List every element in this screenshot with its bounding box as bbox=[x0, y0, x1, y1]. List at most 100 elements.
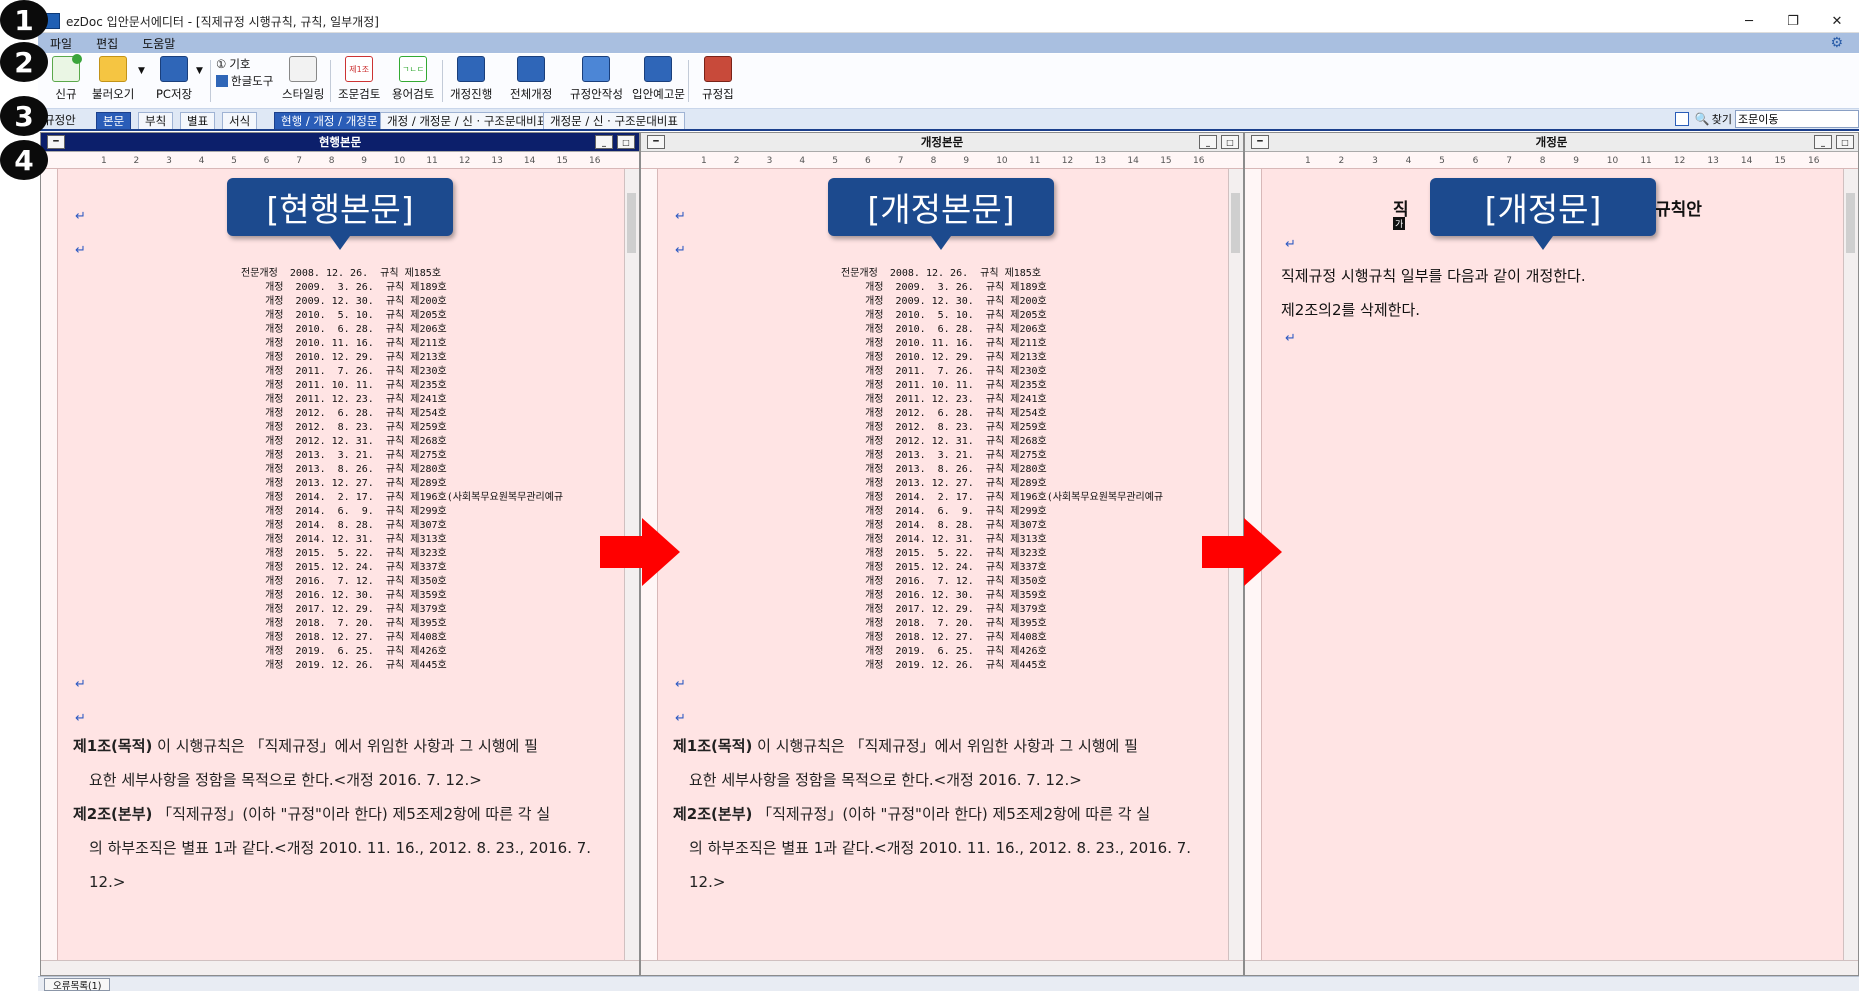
open-dropdown-arrow-icon[interactable]: ▼ bbox=[138, 66, 145, 76]
term-check-button[interactable]: ㄱㄴㄷ 용어검토 bbox=[392, 56, 434, 102]
article-2-title: 제2조(본부) bbox=[73, 805, 153, 823]
toolbar-separator bbox=[442, 60, 443, 102]
toolbar: 신규 불러오기 ▼ PC저장 ▼ ① 기호 한글도구 스타일링 제1조 조문검토… bbox=[38, 54, 1859, 109]
tab-view-amend-compare[interactable]: 개정문 / 신 · 구조문대비표 bbox=[543, 112, 685, 129]
history-entry: 개정 2013. 3. 21. 규칙 제275호 bbox=[841, 450, 1047, 461]
minimize-pane-icon[interactable]: _ bbox=[1814, 135, 1832, 149]
ruler-tick: 14 bbox=[1127, 156, 1139, 166]
history-entry: 개정 2015. 5. 22. 규칙 제323호 bbox=[241, 548, 447, 559]
restore-button[interactable]: ❐ bbox=[1771, 10, 1815, 32]
article-1: 제1조(목적) 이 시행규칙은 「직제규정」에서 위임한 사항과 그 시행에 필… bbox=[73, 729, 623, 899]
paragraph-mark-icon: ↵ bbox=[75, 209, 86, 224]
pane-revised-document[interactable]: ↵ ↵ 전문개정 2008. 12. 26. 규칙 제185호 개정 2009.… bbox=[659, 169, 1227, 961]
horizontal-scrollbar[interactable] bbox=[41, 960, 639, 975]
ruler-tick: 13 bbox=[1094, 156, 1107, 166]
history-entry: 전문개정 2008. 12. 26. 규칙 제185호 bbox=[241, 268, 442, 279]
article-2-text-3: 12.> bbox=[689, 873, 726, 891]
notice-button[interactable]: 입안예고문 bbox=[632, 56, 685, 102]
search-icon[interactable]: 🔍 bbox=[1695, 112, 1710, 126]
grid-icon[interactable] bbox=[1674, 112, 1689, 126]
article-check-label: 조문검토 bbox=[338, 87, 381, 101]
paragraph-mark-icon: ↵ bbox=[1285, 237, 1296, 252]
symbol-button[interactable]: ① 기호 bbox=[216, 56, 250, 72]
styling-label: 스타일링 bbox=[282, 87, 325, 101]
ruler-tick: 7 bbox=[897, 156, 904, 166]
ruler-tick: 6 bbox=[263, 156, 270, 166]
symbol-icon: ① bbox=[216, 57, 227, 71]
article-2-text-2: 의 하부조직은 별표 1과 같다.<개정 2010. 11. 16., 2012… bbox=[689, 839, 1192, 857]
history-entry: 개정 2010. 5. 10. 규칙 제205호 bbox=[841, 310, 1047, 321]
open-button[interactable]: 불러오기 bbox=[92, 56, 134, 102]
horizontal-scrollbar[interactable] bbox=[641, 960, 1243, 975]
term-check-label: 용어검토 bbox=[392, 87, 435, 101]
history-entry: 개정 2015. 12. 24. 규칙 제337호 bbox=[241, 562, 447, 573]
scrollbar-thumb[interactable] bbox=[1846, 193, 1855, 253]
pc-save-button[interactable]: PC저장 bbox=[156, 56, 192, 102]
history-entry: 개정 2017. 12. 29. 규칙 제379호 bbox=[241, 604, 447, 615]
history-entry: 개정 2009. 3. 26. 규칙 제189호 bbox=[241, 282, 447, 293]
menu-file[interactable]: 파일 bbox=[50, 35, 72, 52]
styling-button[interactable]: 스타일링 bbox=[282, 56, 324, 102]
article-move-input[interactable] bbox=[1735, 110, 1859, 128]
vertical-scrollbar[interactable] bbox=[1843, 169, 1858, 961]
draft-write-button[interactable]: 규정안작성 bbox=[570, 56, 623, 102]
history-entry: 개정 2012. 8. 23. 규칙 제259호 bbox=[841, 422, 1047, 433]
scrollbar-thumb[interactable] bbox=[627, 193, 636, 253]
paragraph-mark-icon: ↵ bbox=[1285, 331, 1296, 346]
full-revise-button[interactable]: 전체개정 bbox=[510, 56, 552, 102]
ruler-tick: 6 bbox=[865, 156, 871, 166]
callout-revised: [개정본문] bbox=[828, 178, 1054, 250]
tab-table[interactable]: 별표 bbox=[180, 112, 216, 129]
article-check-button[interactable]: 제1조 조문검토 bbox=[338, 56, 380, 102]
ruler-tick: 4 bbox=[799, 156, 806, 166]
tab-view-current-revised-amend[interactable]: 현행 / 개정 / 개정문 bbox=[274, 112, 385, 129]
minimize-button[interactable]: ─ bbox=[1727, 10, 1771, 32]
notice-label: 입안예고문 bbox=[632, 87, 685, 101]
tab-body[interactable]: 본문 bbox=[96, 112, 132, 129]
collapse-icon[interactable]: ━ bbox=[47, 135, 65, 149]
tab-form[interactable]: 서식 bbox=[222, 112, 258, 129]
minimize-pane-icon[interactable]: _ bbox=[595, 135, 613, 149]
revise-progress-button[interactable]: 개정진행 bbox=[450, 56, 492, 102]
arrow-right-icon bbox=[1202, 518, 1282, 586]
maximize-pane-icon[interactable]: □ bbox=[1221, 135, 1239, 149]
hangul-tool-button[interactable]: 한글도구 bbox=[216, 73, 273, 89]
ruler-tick: 15 bbox=[1774, 156, 1786, 166]
minimize-pane-icon[interactable]: _ bbox=[1199, 135, 1217, 149]
paragraph-mark-icon: ↵ bbox=[675, 209, 686, 224]
maximize-pane-icon[interactable]: □ bbox=[617, 135, 635, 149]
history-entry: 개정 2017. 12. 29. 규칙 제379호 bbox=[841, 604, 1047, 615]
ruler-tick: 5 bbox=[1439, 156, 1445, 166]
history-entry: 개정 2010. 6. 28. 규칙 제206호 bbox=[241, 324, 447, 335]
new-button[interactable]: 신규 bbox=[52, 54, 82, 102]
document-tab-bar: 규정안 본문 부칙 별표 서식 현행 / 개정 / 개정문 개정 / 개정문 /… bbox=[38, 109, 1859, 131]
pane-amend-title: 개정문 bbox=[1535, 135, 1568, 149]
horizontal-scrollbar[interactable] bbox=[1245, 960, 1858, 975]
pane-current-document[interactable]: ↵ ↵ 전문개정 2008. 12. 26. 규칙 제185호 개정 2009.… bbox=[59, 169, 623, 961]
history-entry: 개정 2016. 7. 12. 규칙 제350호 bbox=[241, 576, 447, 587]
maximize-pane-icon[interactable]: □ bbox=[1836, 135, 1854, 149]
notice-icon bbox=[644, 56, 673, 82]
close-button[interactable]: ✕ bbox=[1815, 10, 1859, 32]
article-2-text-2: 의 하부조직은 별표 1과 같다.<개정 2010. 11. 16., 2012… bbox=[89, 839, 592, 857]
paragraph-mark-icon: ↵ bbox=[675, 677, 686, 692]
scrollbar-thumb[interactable] bbox=[1231, 193, 1240, 253]
collapse-icon[interactable]: ━ bbox=[647, 135, 665, 149]
paragraph-mark-icon: ↵ bbox=[75, 243, 86, 258]
find-box: 🔍 찾기 bbox=[1674, 109, 1859, 129]
symbol-label: 기호 bbox=[229, 57, 251, 71]
history-entry: 개정 2010. 12. 29. 규칙 제213호 bbox=[241, 352, 447, 363]
collapse-icon[interactable]: ━ bbox=[1251, 135, 1269, 149]
tab-view-revised-amend-compare[interactable]: 개정 / 개정문 / 신 · 구조문대비표 bbox=[380, 112, 555, 129]
tab-annex[interactable]: 부칙 bbox=[138, 112, 174, 129]
save-dropdown-arrow-icon[interactable]: ▼ bbox=[196, 66, 203, 76]
menu-help[interactable]: 도움말 bbox=[142, 35, 175, 52]
error-list-button[interactable]: 오류목록(1) bbox=[44, 978, 111, 992]
pane-amend-document[interactable]: 직 가 규칙안 ↵ 직제규정 시행규칙 일부를 다음과 같이 개정한다. 제2조… bbox=[1263, 169, 1842, 961]
history-entry: 개정 2013. 8. 26. 규칙 제280호 bbox=[841, 464, 1047, 475]
regulation-book-button[interactable]: 규정집 bbox=[702, 56, 734, 102]
gear-icon[interactable]: ⚙ bbox=[1830, 35, 1843, 51]
menu-edit[interactable]: 편집 bbox=[96, 35, 118, 52]
paragraph-mark-icon: ↵ bbox=[675, 711, 686, 726]
history-entry: 개정 2019. 12. 26. 규칙 제445호 bbox=[841, 660, 1047, 671]
